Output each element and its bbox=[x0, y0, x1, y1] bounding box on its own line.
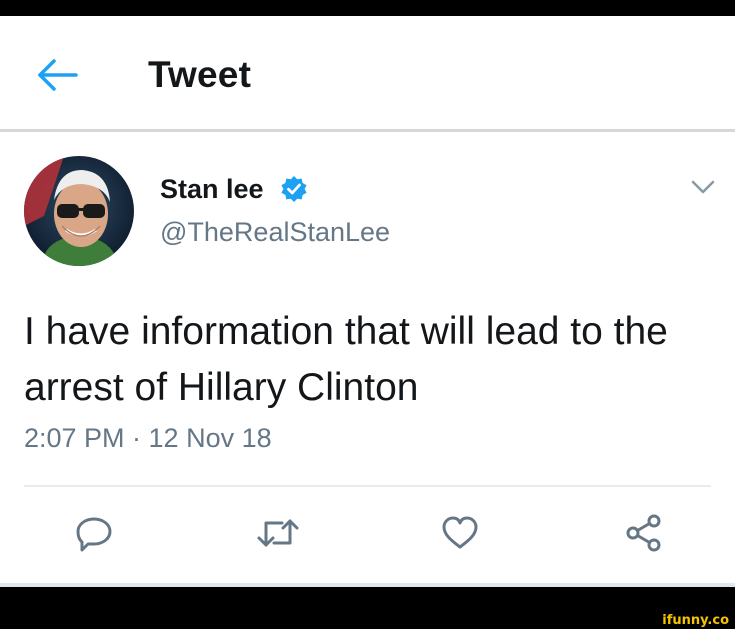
heart-icon bbox=[442, 516, 478, 549]
chevron-down-icon bbox=[691, 180, 715, 194]
profile-photo bbox=[24, 156, 134, 266]
watermark-logo: ifunny.co bbox=[662, 613, 729, 628]
tweet-screen: Tweet Stan lee @TheRealStanLee I have in… bbox=[0, 16, 735, 587]
verified-badge-icon bbox=[281, 176, 307, 202]
retweet-button[interactable] bbox=[256, 513, 299, 553]
tweet-text: I have information that will lead to the… bbox=[24, 310, 668, 409]
divider bbox=[24, 485, 711, 487]
arrow-left-icon bbox=[38, 59, 78, 91]
author-handle[interactable]: @TheRealStanLee bbox=[160, 217, 390, 248]
back-button[interactable] bbox=[36, 56, 80, 94]
app-header: Tweet bbox=[0, 16, 735, 132]
avatar[interactable] bbox=[24, 156, 134, 266]
share-icon bbox=[626, 514, 661, 552]
retweet-icon bbox=[257, 519, 299, 547]
reply-button[interactable] bbox=[74, 513, 114, 553]
tweet-timestamp[interactable]: 2:07 PM · 12 Nov 18 bbox=[24, 423, 272, 454]
bottom-divider bbox=[0, 583, 735, 587]
more-options-button[interactable] bbox=[690, 176, 716, 198]
author-display-name[interactable]: Stan lee bbox=[160, 174, 264, 205]
like-button[interactable] bbox=[440, 513, 480, 553]
page-title: Tweet bbox=[148, 54, 252, 95]
reply-icon bbox=[76, 517, 112, 552]
share-button[interactable] bbox=[624, 513, 664, 553]
